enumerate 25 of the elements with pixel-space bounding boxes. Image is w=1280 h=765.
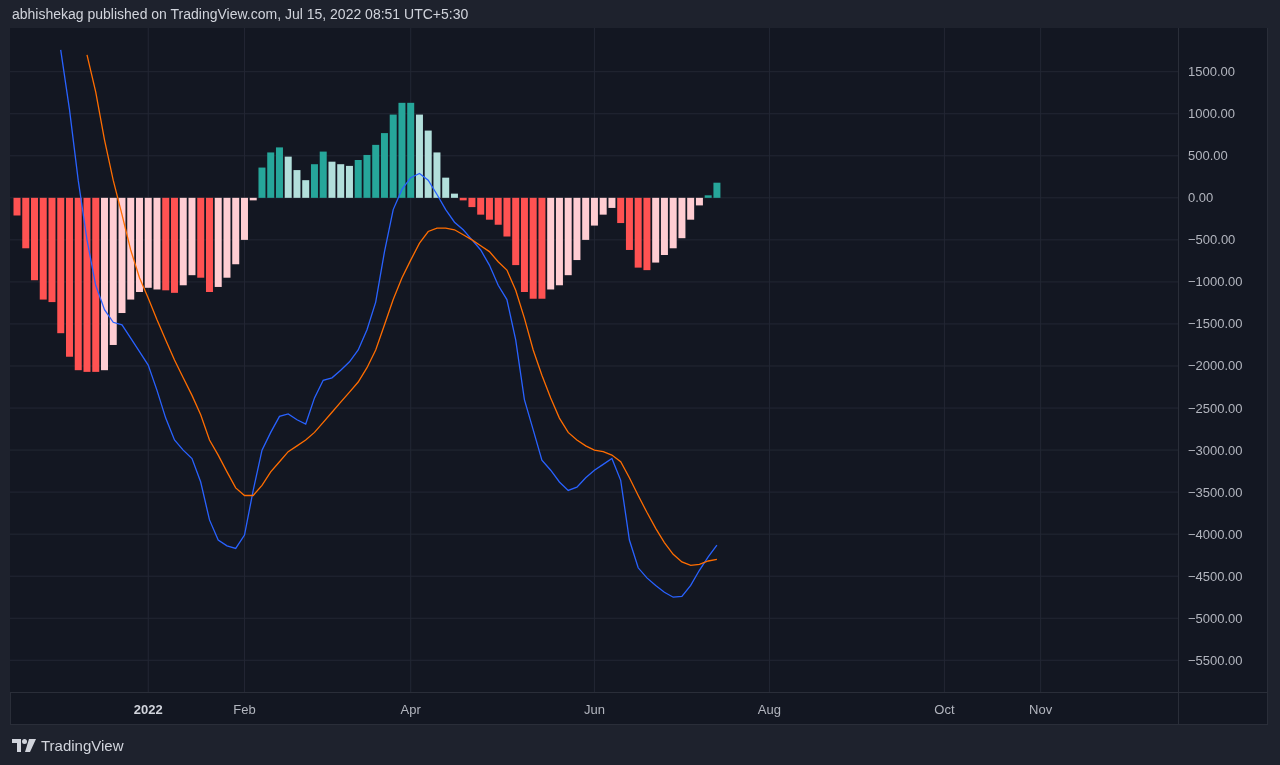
- publish-info: abhishekag published on TradingView.com, Jul 15, 2022 08:51 UTC+5:30: [12, 6, 469, 22]
- axis-label: 0.00: [1188, 190, 1214, 206]
- axis-label: Oct: [934, 702, 955, 717]
- axis-label: Nov: [1029, 702, 1053, 717]
- axis-label: −1500.00: [1188, 316, 1243, 332]
- axis-label: Feb: [233, 702, 256, 717]
- axis-label: −2000.00: [1188, 358, 1243, 374]
- axis-label: Apr: [400, 702, 421, 717]
- brand-name: TradingView: [41, 736, 124, 754]
- axis-label: −5500.00: [1188, 652, 1243, 668]
- axis-label: −2500.00: [1188, 400, 1243, 416]
- axis-label: Aug: [757, 702, 781, 717]
- axis-label: −3500.00: [1188, 484, 1243, 500]
- logo-icon: [12, 738, 36, 752]
- axis-label: 2022: [133, 702, 163, 717]
- axis-label: −4500.00: [1188, 568, 1243, 584]
- axis-label: −500.00: [1188, 232, 1236, 248]
- axis-label: 500.00: [1188, 148, 1228, 164]
- axis-label: 1500.00: [1188, 64, 1235, 80]
- axis-label: −5000.00: [1188, 610, 1243, 626]
- axis-label: Jun: [583, 702, 605, 717]
- axis-label: −4000.00: [1188, 526, 1243, 542]
- axis-label: −3000.00: [1188, 442, 1243, 458]
- axis-label: 1000.00: [1188, 106, 1235, 122]
- axis-label: −1000.00: [1188, 274, 1243, 290]
